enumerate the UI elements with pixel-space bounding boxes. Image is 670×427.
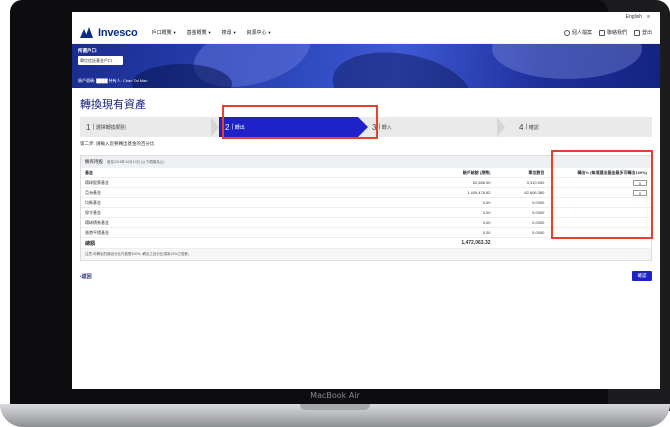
chevron-down-icon: ▼	[172, 30, 177, 35]
table-row: 保守基金 0.00 0.0000	[81, 207, 651, 218]
account-selector: 所選戶口: 單位信託基金戶口	[78, 48, 123, 65]
table-row: 亞洲基金 1,409,476.82 82,606.380 0	[81, 187, 651, 198]
step-1: 1 | 選擇轉換類別	[80, 117, 219, 137]
chevron-down-icon: ▼	[267, 30, 272, 35]
main-navbar: Invesco 戶口概覽 ▼ 基金概覽 ▼ 搜尋 ▼ 資源中心 ▼ 個人檔案 聯絡我們 …	[72, 22, 660, 44]
step-instruction: 第二步: 請輸入您要轉出基金的百分比	[80, 141, 155, 146]
table-row: 環球債券基金 0.00 0.0000	[81, 217, 651, 228]
allocation-note: 注意:可轉出的總百分比只能是100%, 轉出之百分比須為10%之倍數。	[81, 249, 651, 260]
invesco-logo[interactable]: Invesco	[80, 27, 138, 39]
mail-icon	[598, 29, 605, 36]
col-fund: 基金	[81, 168, 423, 178]
back-link[interactable]: ‹返回	[80, 273, 92, 280]
holdings-table: 基金 賬戶結餘 (港幣) 單位數目 轉出% (每項選出基金最多可轉出100%) …	[81, 168, 651, 249]
utility-bar: English ≡	[72, 12, 660, 22]
step-chevron-icon	[497, 117, 505, 137]
holdings-header: 擁有持股 截至2018年10月19日 (以下價格為止)	[81, 156, 651, 168]
nav-item-resources[interactable]: 資源中心 ▼	[247, 29, 272, 36]
col-value: 賬戶結餘 (港幣)	[423, 168, 495, 178]
nav-user-links: 個人檔案 聯絡我們 登出	[557, 29, 652, 36]
user-icon	[563, 29, 570, 36]
step-4: 4 | 確認	[519, 122, 539, 132]
nav-item-fund-overview[interactable]: 基金概覽 ▼	[187, 29, 212, 36]
logout-icon	[633, 29, 640, 36]
progress-steps: 1 | 選擇轉換類別 2 | 轉出 3 | 轉入 4 | 確認	[80, 117, 652, 137]
nav-item-account-overview[interactable]: 戶口概覽 ▼	[152, 29, 177, 36]
chevron-down-icon: ▼	[232, 30, 237, 35]
nav-item-search[interactable]: 搜尋 ▼	[222, 29, 237, 36]
total-row: 總額 1,472,063.32	[81, 237, 651, 249]
col-pct: 轉出% (每項選出基金最多可轉出100%)	[548, 168, 651, 178]
col-units: 單位數目	[494, 168, 549, 178]
laptop-notch	[300, 404, 370, 410]
brand-name: Invesco	[98, 26, 138, 39]
page-title: 轉換現有資產	[80, 99, 146, 111]
browser-screen: English ≡ Invesco 戶口概覽 ▼ 基金概覽 ▼ 搜尋 ▼ 資源中心 ▼ …	[72, 12, 660, 389]
table-header-row: 基金 賬戶結餘 (港幣) 單位數目 轉出% (每項選出基金最多可轉出100%)	[81, 168, 651, 178]
invesco-mountain-icon	[80, 27, 96, 38]
account-holder-info: 賬戶號碼: ████ 持有人: Chan Tai Man	[78, 78, 148, 83]
contact-link[interactable]: 聯絡我們	[598, 29, 627, 36]
profile-link[interactable]: 個人檔案	[563, 29, 592, 36]
step-chevron-icon	[211, 117, 219, 137]
account-select[interactable]: 單位信託基金戶口	[78, 56, 123, 65]
confirm-button[interactable]: 確認	[632, 271, 652, 281]
step-2-active: 2 | 轉出	[219, 117, 368, 137]
table-row: 香港平穩基金 0.00 0.0000	[81, 227, 651, 238]
device-label: MacBook Air	[310, 391, 360, 400]
step-3: 3 | 轉入	[358, 117, 505, 137]
percent-input[interactable]: 0	[633, 189, 647, 196]
logout-link[interactable]: 登出	[633, 29, 652, 36]
table-row: 均衡基金 0.00 0.0000	[81, 197, 651, 208]
holdings-card: 擁有持股 截至2018年10月19日 (以下價格為止) 基金 賬戶結餘 (港幣) …	[80, 155, 652, 261]
language-toggle[interactable]: English	[626, 14, 642, 20]
percent-input[interactable]: 0	[633, 179, 647, 186]
menu-icon[interactable]: ≡	[647, 14, 650, 20]
action-bar: ‹返回 確認	[72, 261, 660, 291]
table-row: 環球股票基金 62,586.50 3,310.000 0	[81, 177, 651, 188]
hero-banner: 所選戶口: 單位信託基金戶口 賬戶號碼: ████ 持有人: Chan Tai …	[72, 44, 660, 88]
chevron-down-icon: ▼	[207, 30, 212, 35]
account-selector-label: 所選戶口:	[78, 48, 98, 53]
